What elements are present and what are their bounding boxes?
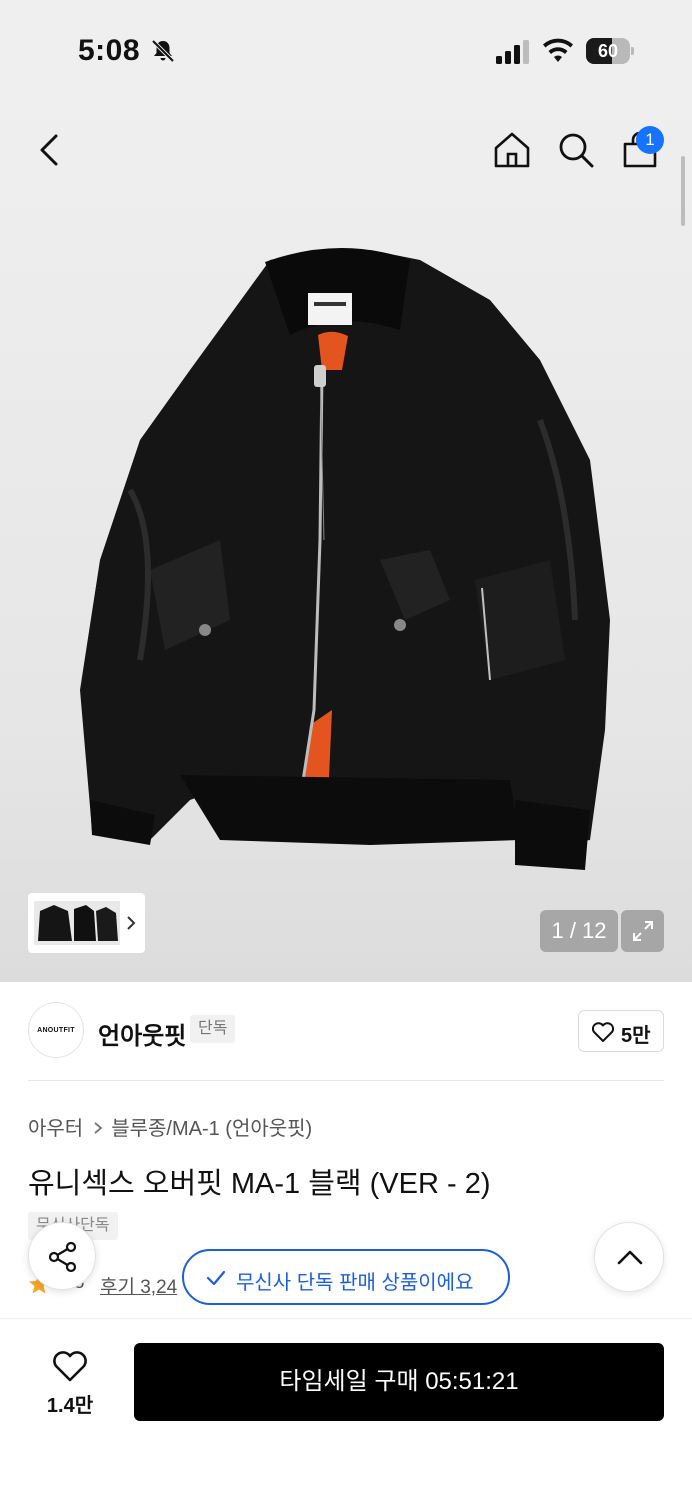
status-bar: 5:08 60 <box>0 0 692 100</box>
brand-like-count: 5만 <box>621 1025 651 1047</box>
wifi-icon <box>543 38 573 62</box>
heart-icon <box>53 1351 87 1382</box>
search-icon[interactable] <box>556 130 596 170</box>
heart-icon <box>591 1022 615 1042</box>
check-icon <box>206 1270 226 1286</box>
battery-level: 60 <box>597 41 619 61</box>
chevron-up-icon <box>617 1250 643 1265</box>
review-link[interactable]: 후기 3,24 <box>100 1272 177 1299</box>
home-icon[interactable] <box>492 130 532 170</box>
breadcrumb-category[interactable]: 아우터 <box>28 1118 83 1140</box>
signal-icon <box>496 40 529 64</box>
chevron-right-icon <box>94 1122 103 1134</box>
wishlist-count: 1.4만 <box>46 1395 94 1417</box>
status-time: 5:08 <box>78 34 141 67</box>
breadcrumb: 아우터 블루종/MA-1 (언아웃핏) <box>28 1112 312 1141</box>
thumbnail-strip[interactable] <box>28 893 145 953</box>
product-title: 유니섹스 오버핏 MA-1 블랙 (VER - 2) <box>28 1168 491 1200</box>
chevron-right-icon[interactable] <box>124 913 138 933</box>
exclusive-toast: 무신사 단독 판매 상품이에요 <box>182 1249 510 1305</box>
brand-row: ANOUTFIT 언아웃핏 단독 5만 <box>28 1000 664 1060</box>
back-icon[interactable] <box>32 132 68 168</box>
expand-icon <box>633 921 653 941</box>
battery-icon: 60 <box>586 38 634 64</box>
divider <box>28 1080 664 1081</box>
cart-badge: 1 <box>636 126 664 154</box>
share-button[interactable] <box>28 1222 96 1290</box>
product-image-gallery[interactable]: 1 1 / 12 <box>0 100 692 982</box>
share-icon <box>48 1241 77 1273</box>
wishlist-button[interactable]: 1.4만 <box>28 1343 112 1423</box>
bottom-action-bar: 1.4만 타임세일 구매 05:51:21 <box>0 1318 692 1500</box>
thumbnail-image[interactable] <box>34 901 120 945</box>
scroll-to-top-button[interactable] <box>594 1222 664 1292</box>
brand-like-button[interactable]: 5만 <box>578 1010 664 1052</box>
brand-name[interactable]: 언아웃핏 <box>98 1016 186 1051</box>
jacket-photo <box>80 247 610 870</box>
expand-button[interactable] <box>621 910 664 952</box>
breadcrumb-subcategory[interactable]: 블루종/MA-1 (언아웃핏) <box>111 1118 312 1140</box>
toast-text: 무신사 단독 판매 상품이에요 <box>236 1272 474 1294</box>
bell-slash-icon <box>151 39 175 63</box>
brand-exclusive-tag: 단독 <box>190 1015 236 1043</box>
buy-button[interactable]: 타임세일 구매 05:51:21 <box>134 1343 664 1421</box>
scrollbar[interactable] <box>681 156 685 226</box>
image-counter: 1 / 12 <box>540 910 618 952</box>
brand-logo[interactable]: ANOUTFIT <box>28 1002 84 1058</box>
